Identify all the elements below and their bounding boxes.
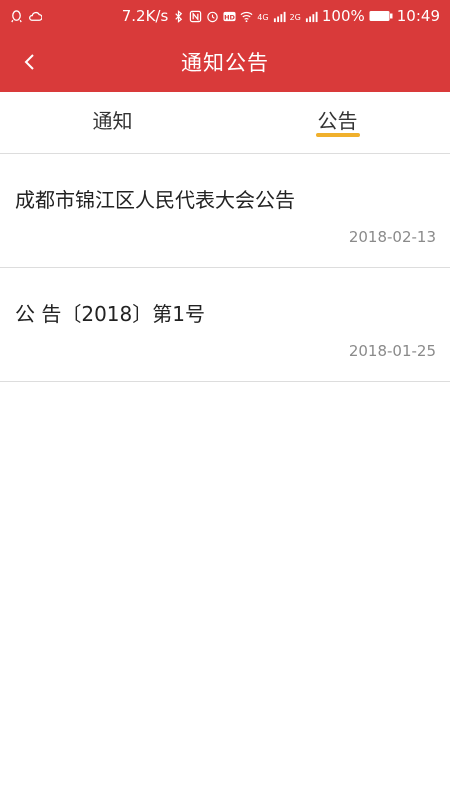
network-4g-label: 4G xyxy=(257,13,269,22)
network-2g-label: 2G xyxy=(289,13,301,22)
network-speed: 7.2K/s xyxy=(121,7,169,25)
wifi-icon xyxy=(240,11,253,22)
bluetooth-icon xyxy=(175,9,183,23)
back-button[interactable] xyxy=(10,42,50,82)
tab-announcements-label: 公告 xyxy=(317,109,358,133)
tab-bar: 通知 公告 xyxy=(0,92,450,154)
list-item[interactable]: 公 告〔2018〕第1号 2018-01-25 xyxy=(0,268,450,382)
announcement-title: 公 告〔2018〕第1号 xyxy=(15,302,205,326)
chevron-left-icon xyxy=(24,54,34,70)
tab-notices-label: 通知 xyxy=(92,109,133,133)
announcement-date: 2018-02-13 xyxy=(348,228,436,246)
battery-icon xyxy=(369,11,393,21)
status-right: 7.2K/s HD 4G 2G 100% 10:49 xyxy=(122,7,440,25)
tab-announcements[interactable]: 公告 xyxy=(225,92,450,153)
battery-percent: 100% xyxy=(321,7,365,25)
navigation-bar: 通知公告 xyxy=(0,32,450,92)
signal-icon xyxy=(273,11,286,22)
hd-icon: HD xyxy=(223,11,236,21)
page-title: 通知公告 xyxy=(181,51,269,75)
status-bar: 7.2K/s HD 4G 2G 100% 10:49 xyxy=(0,0,450,32)
svg-text:HD: HD xyxy=(224,13,235,21)
tab-notices[interactable]: 通知 xyxy=(0,92,225,153)
status-left-icons xyxy=(10,9,42,23)
announcement-title: 成都市锦江区人民代表大会公告 xyxy=(15,188,295,212)
announcement-date: 2018-01-25 xyxy=(348,342,436,360)
active-tab-indicator xyxy=(315,133,360,137)
signal-icon xyxy=(305,11,318,22)
cloud-icon xyxy=(29,11,42,21)
announcement-list: 成都市锦江区人民代表大会公告 2018-02-13 公 告〔2018〕第1号 2… xyxy=(0,154,450,382)
clock: 10:49 xyxy=(396,7,440,25)
nfc-icon xyxy=(190,10,202,22)
list-item[interactable]: 成都市锦江区人民代表大会公告 2018-02-13 xyxy=(0,154,450,268)
qq-icon xyxy=(11,9,22,22)
alarm-icon xyxy=(207,11,219,22)
